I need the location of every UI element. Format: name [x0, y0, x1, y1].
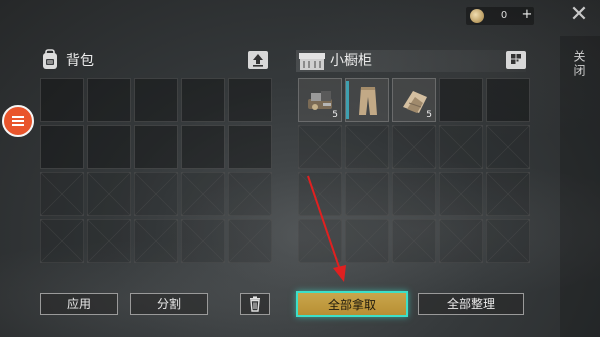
- coin-icon: [470, 9, 484, 23]
- cabinet-locked-slot: [486, 219, 530, 263]
- menu-button[interactable]: [2, 105, 34, 137]
- upload-arrow-icon: [253, 54, 263, 67]
- coin-count: 0: [500, 10, 508, 21]
- take-all-button[interactable]: 全部拿取: [296, 291, 408, 317]
- backpack-title: 背包: [66, 53, 94, 69]
- backpack-slot[interactable]: [134, 125, 178, 169]
- hamburger-icon: [12, 116, 24, 126]
- sort-all-button[interactable]: 全部整理: [418, 293, 524, 315]
- cabinet-slot[interactable]: [439, 78, 483, 122]
- close-x-icon[interactable]: ✕: [568, 4, 590, 26]
- item-quantity: 5: [426, 110, 432, 120]
- backpack-locked-slot: [87, 219, 131, 263]
- cabinet-locked-slot: [345, 125, 389, 169]
- backpack-slot[interactable]: [87, 125, 131, 169]
- cabinet-chest-icon: [299, 53, 325, 70]
- cabinet-slot-cloth-scraps[interactable]: 5: [392, 78, 436, 122]
- backpack-slot[interactable]: [228, 78, 272, 122]
- apply-button[interactable]: 应用: [40, 293, 118, 315]
- backpack-locked-slot: [181, 219, 225, 263]
- backpack-slot[interactable]: [181, 78, 225, 122]
- grid-icon: [511, 54, 521, 64]
- trash-icon: [250, 296, 260, 312]
- item-quantity: 5: [332, 110, 338, 120]
- cabinet-locked-slot: [392, 172, 436, 216]
- backpack-slot[interactable]: [40, 78, 84, 122]
- cabinet-locked-slot: [486, 172, 530, 216]
- close-label[interactable]: 关闭: [570, 50, 586, 78]
- cabinet-slot[interactable]: [486, 78, 530, 122]
- backpack-slot[interactable]: [228, 125, 272, 169]
- backpack-locked-slot: [40, 219, 84, 263]
- cabinet-locked-slot: [298, 125, 342, 169]
- add-currency-button[interactable]: +: [520, 7, 534, 23]
- close-side-panel[interactable]: [560, 36, 600, 337]
- sort-up-button[interactable]: [248, 51, 268, 69]
- cabinet-locked-slot: [486, 125, 530, 169]
- cabinet-locked-slot: [439, 219, 483, 263]
- cabinet-locked-slot: [439, 172, 483, 216]
- backpack-slot[interactable]: [181, 125, 225, 169]
- backpack-icon: [43, 49, 57, 69]
- cabinet-locked-slot: [392, 125, 436, 169]
- red-arrow-annotation: [307, 175, 346, 282]
- backpack-grid: [40, 78, 272, 263]
- backpack-slot[interactable]: [87, 78, 131, 122]
- backpack-locked-slot: [134, 219, 178, 263]
- backpack-locked-slot: [87, 172, 131, 216]
- backpack-locked-slot: [134, 172, 178, 216]
- cabinet-slot-pants[interactable]: [345, 78, 389, 122]
- split-button[interactable]: 分割: [130, 293, 208, 315]
- backpack-locked-slot: [228, 172, 272, 216]
- cabinet-locked-slot: [392, 219, 436, 263]
- backpack-locked-slot: [40, 172, 84, 216]
- backpack-slot[interactable]: [40, 125, 84, 169]
- grid-view-button[interactable]: [506, 51, 526, 69]
- discard-button[interactable]: [240, 293, 270, 315]
- backpack-locked-slot: [181, 172, 225, 216]
- cabinet-title: 小橱柜: [330, 53, 372, 69]
- backpack-slot[interactable]: [134, 78, 178, 122]
- cabinet-locked-slot: [439, 125, 483, 169]
- backpack-locked-slot: [228, 219, 272, 263]
- pants-icon: [359, 87, 377, 115]
- cabinet-slot-crafting-parts[interactable]: 5: [298, 78, 342, 122]
